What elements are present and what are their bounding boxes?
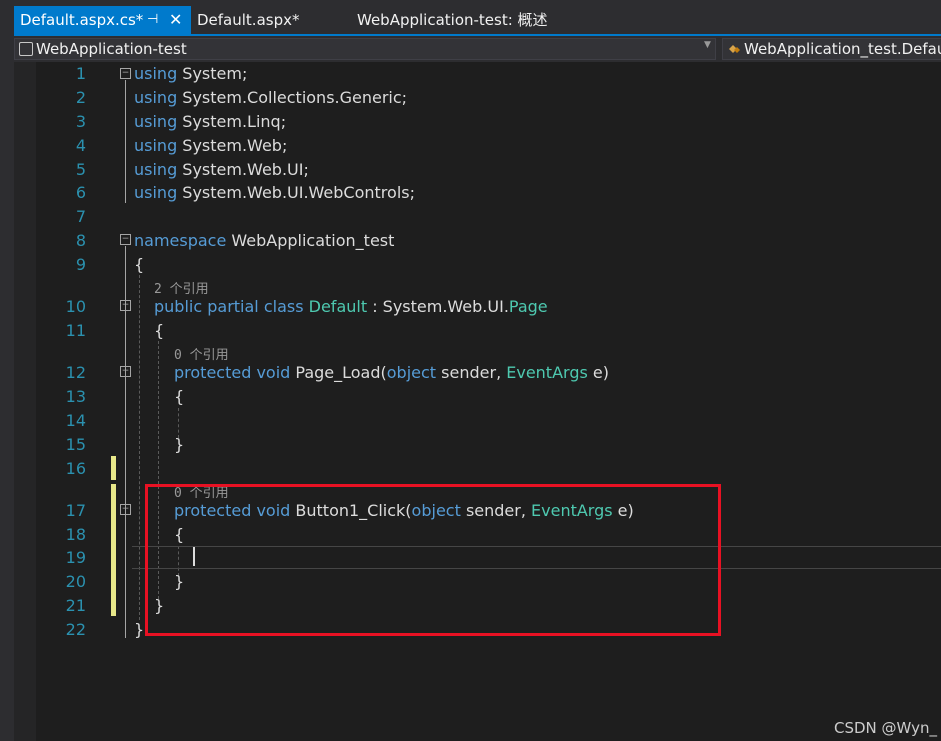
line-number: 14	[65, 411, 86, 430]
collapse-icon[interactable]: −	[120, 234, 131, 245]
line-number: 19	[65, 548, 86, 567]
editor-left-margin	[14, 62, 36, 741]
line-number: 16	[65, 459, 86, 478]
watermark: CSDN @Wyn_	[834, 719, 937, 737]
line-number: 10	[65, 297, 86, 316]
code-line-13: {	[174, 387, 185, 406]
code-text: WebApplication_test	[226, 231, 395, 250]
line-number: 13	[65, 387, 86, 406]
line-number: 15	[65, 435, 86, 454]
code-line-8: namespace WebApplication_test	[134, 231, 394, 250]
code-line-1: using System;	[134, 64, 247, 83]
keyword: using	[134, 88, 178, 107]
code-text: System.Collections.Generic;	[177, 88, 408, 107]
code-line-10: public partial class Default : System.We…	[154, 297, 548, 316]
line-number: 4	[75, 136, 86, 155]
line-number: 7	[75, 207, 86, 226]
code-line-9: {	[134, 255, 145, 274]
line-number: 11	[65, 321, 86, 340]
code-line-15: }	[174, 435, 185, 454]
type-name: EventArgs	[506, 363, 588, 382]
code-text: : System.Web.UI.	[367, 297, 509, 316]
keyword: using	[134, 112, 178, 131]
code-line-12: protected void Page_Load(object sender, …	[174, 363, 609, 382]
code-text: System.Linq;	[177, 112, 287, 131]
tab-default-aspx[interactable]: Default.aspx*	[197, 6, 299, 34]
line-number: 17	[65, 501, 86, 520]
keyword: namespace	[134, 231, 227, 250]
code-text: System;	[177, 64, 248, 83]
code-line-11: {	[154, 321, 165, 340]
line-number: 9	[75, 255, 86, 274]
line-number: 12	[65, 363, 86, 382]
code-text: System.Web.UI.WebControls;	[177, 183, 415, 202]
fold-line	[125, 80, 126, 203]
keyword: using	[134, 64, 178, 83]
csharp-project-icon	[19, 42, 33, 56]
line-number: 8	[75, 231, 86, 250]
line-number: 6	[75, 183, 86, 202]
close-icon[interactable]: ✕	[169, 6, 182, 34]
class-label: WebApplication_test.Defau	[744, 40, 941, 58]
codelens-references[interactable]: 2 个引用	[154, 278, 209, 297]
line-number: 2	[75, 88, 86, 107]
code-line-5: using System.Web.UI;	[134, 160, 309, 179]
code-line-4: using System.Web;	[134, 136, 287, 155]
code-text: sender,	[436, 363, 507, 382]
line-number: 18	[65, 525, 86, 544]
code-text: Page_Load(	[290, 363, 387, 382]
code-line-2: using System.Collections.Generic;	[134, 88, 407, 107]
code-text: System.Web;	[177, 136, 288, 155]
code-line-22: }	[134, 620, 145, 639]
line-number: 1	[75, 64, 86, 83]
change-indicator	[111, 456, 116, 480]
class-dropdown[interactable]: WebApplication_test.Defau	[722, 38, 941, 60]
code-line-3: using System.Linq;	[134, 112, 286, 131]
code-line-6: using System.Web.UI.WebControls;	[134, 183, 415, 202]
tab-default-aspx-cs[interactable]: Default.aspx.cs* ⊣ ✕	[14, 6, 191, 34]
line-number: 22	[65, 620, 86, 639]
fold-line	[125, 246, 126, 638]
type-name: Default	[308, 297, 368, 316]
project-dropdown[interactable]: WebApplication-test	[14, 38, 716, 60]
line-number: 21	[65, 596, 86, 615]
pin-icon[interactable]: ⊣	[147, 6, 158, 34]
left-toolwindow-strip	[0, 36, 14, 741]
project-label: WebApplication-test	[36, 40, 187, 58]
keyword: object	[386, 363, 437, 382]
chevron-down-icon[interactable]: ▼	[704, 40, 711, 50]
indent-guide	[178, 408, 179, 438]
keyword: public partial class	[154, 297, 304, 316]
codelens-references[interactable]: 0 个引用	[174, 344, 229, 363]
collapse-icon[interactable]: −	[120, 68, 131, 79]
keyword: protected void	[174, 363, 291, 382]
tab-overview[interactable]: WebApplication-test: 概述	[357, 6, 548, 34]
class-icon	[727, 41, 741, 55]
line-number: 20	[65, 572, 86, 591]
keyword: using	[134, 136, 178, 155]
tab-label: Default.aspx.cs*	[20, 11, 144, 29]
document-tab-bar: Default.aspx.cs* ⊣ ✕ Default.aspx* WebAp…	[0, 0, 941, 36]
highlight-annotation-box	[145, 484, 721, 636]
keyword: using	[134, 183, 178, 202]
line-number: 5	[75, 160, 86, 179]
code-text: System.Web.UI;	[177, 160, 309, 179]
change-indicator	[111, 484, 116, 616]
line-number: 3	[75, 112, 86, 131]
type-name: Page	[508, 297, 548, 316]
code-text: e)	[587, 363, 609, 382]
keyword: using	[134, 160, 178, 179]
